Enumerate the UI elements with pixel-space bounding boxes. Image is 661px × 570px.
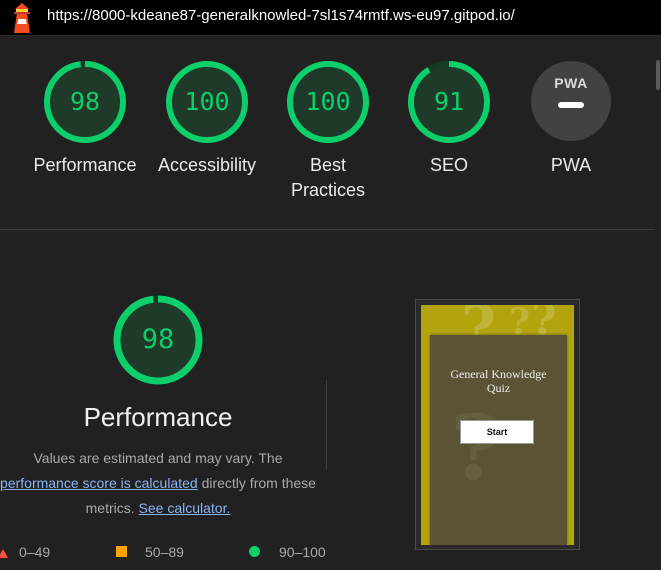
question-mark-decoration-icon: ? <box>450 395 503 501</box>
quiz-title-line: General Knowledge <box>450 367 547 381</box>
gauge-score: 98 <box>69 87 101 116</box>
see-calculator-link[interactable]: See calculator. <box>139 500 231 516</box>
lighthouse-logo-icon <box>14 3 30 33</box>
gauge-label-seo: SEO <box>429 155 468 175</box>
gauge-label-best-practices: Best Practices <box>258 153 398 203</box>
performance-title: Performance <box>83 402 233 432</box>
gauge-score: 100 <box>305 87 351 116</box>
gauge-best-practices[interactable]: 100 <box>286 60 370 144</box>
scrollbar-track[interactable] <box>655 36 661 570</box>
average-square-icon <box>116 546 127 557</box>
label-line: Best <box>309 155 347 175</box>
url-text[interactable]: https://8000-kdeane87-generalknowled-7sl… <box>47 7 515 24</box>
gauge-label-accessibility: Accessibility <box>157 155 257 175</box>
performance-description-line: metrics. See calculator. <box>0 500 328 516</box>
gauge-seo[interactable]: 91 <box>407 60 491 144</box>
performance-description-line: performance score is calculated directly… <box>0 475 328 491</box>
quiz-title: General Knowledge Quiz <box>430 367 567 395</box>
section-divider <box>0 229 655 230</box>
score-calculated-link[interactable]: performance score is calculated <box>0 475 198 491</box>
performance-description-line: Values are estimated and may vary. The <box>33 450 283 466</box>
gauge-accessibility[interactable]: 100 <box>165 60 249 144</box>
description-text: metrics. <box>85 500 139 516</box>
legend-fail-range: 0–49 <box>19 544 51 560</box>
gauge-score: 91 <box>433 87 465 116</box>
pwa-dash-icon <box>558 102 584 108</box>
legend-pass-range: 90–100 <box>279 544 326 560</box>
final-screenshot-preview: ? ? ? ? General Knowledge Quiz Start <box>421 305 574 545</box>
pwa-badge-text: PWA <box>554 75 588 91</box>
pwa-badge-icon[interactable]: PWA <box>531 61 611 141</box>
quiz-title-line: Quiz <box>486 381 511 395</box>
scrollbar-thumb[interactable] <box>656 60 660 90</box>
fail-triangle-icon <box>0 549 8 558</box>
label-line: Practices <box>290 180 366 200</box>
address-bar: https://8000-kdeane87-generalknowled-7sl… <box>0 0 661 36</box>
description-text: directly from these <box>197 475 316 491</box>
gauge-score: 100 <box>184 87 230 116</box>
gauge-label-pwa: PWA <box>550 155 592 175</box>
pass-circle-icon <box>249 546 260 557</box>
vertical-divider <box>326 380 327 470</box>
gauge-performance[interactable]: 98 <box>43 60 127 144</box>
performance-gauge-large: 98 <box>113 295 203 385</box>
legend-average-range: 50–89 <box>145 544 184 560</box>
gauge-label-performance: Performance <box>33 155 137 175</box>
start-button: Start <box>460 420 534 444</box>
quiz-card: ? General Knowledge Quiz Start <box>430 335 567 545</box>
performance-score: 98 <box>141 324 175 355</box>
